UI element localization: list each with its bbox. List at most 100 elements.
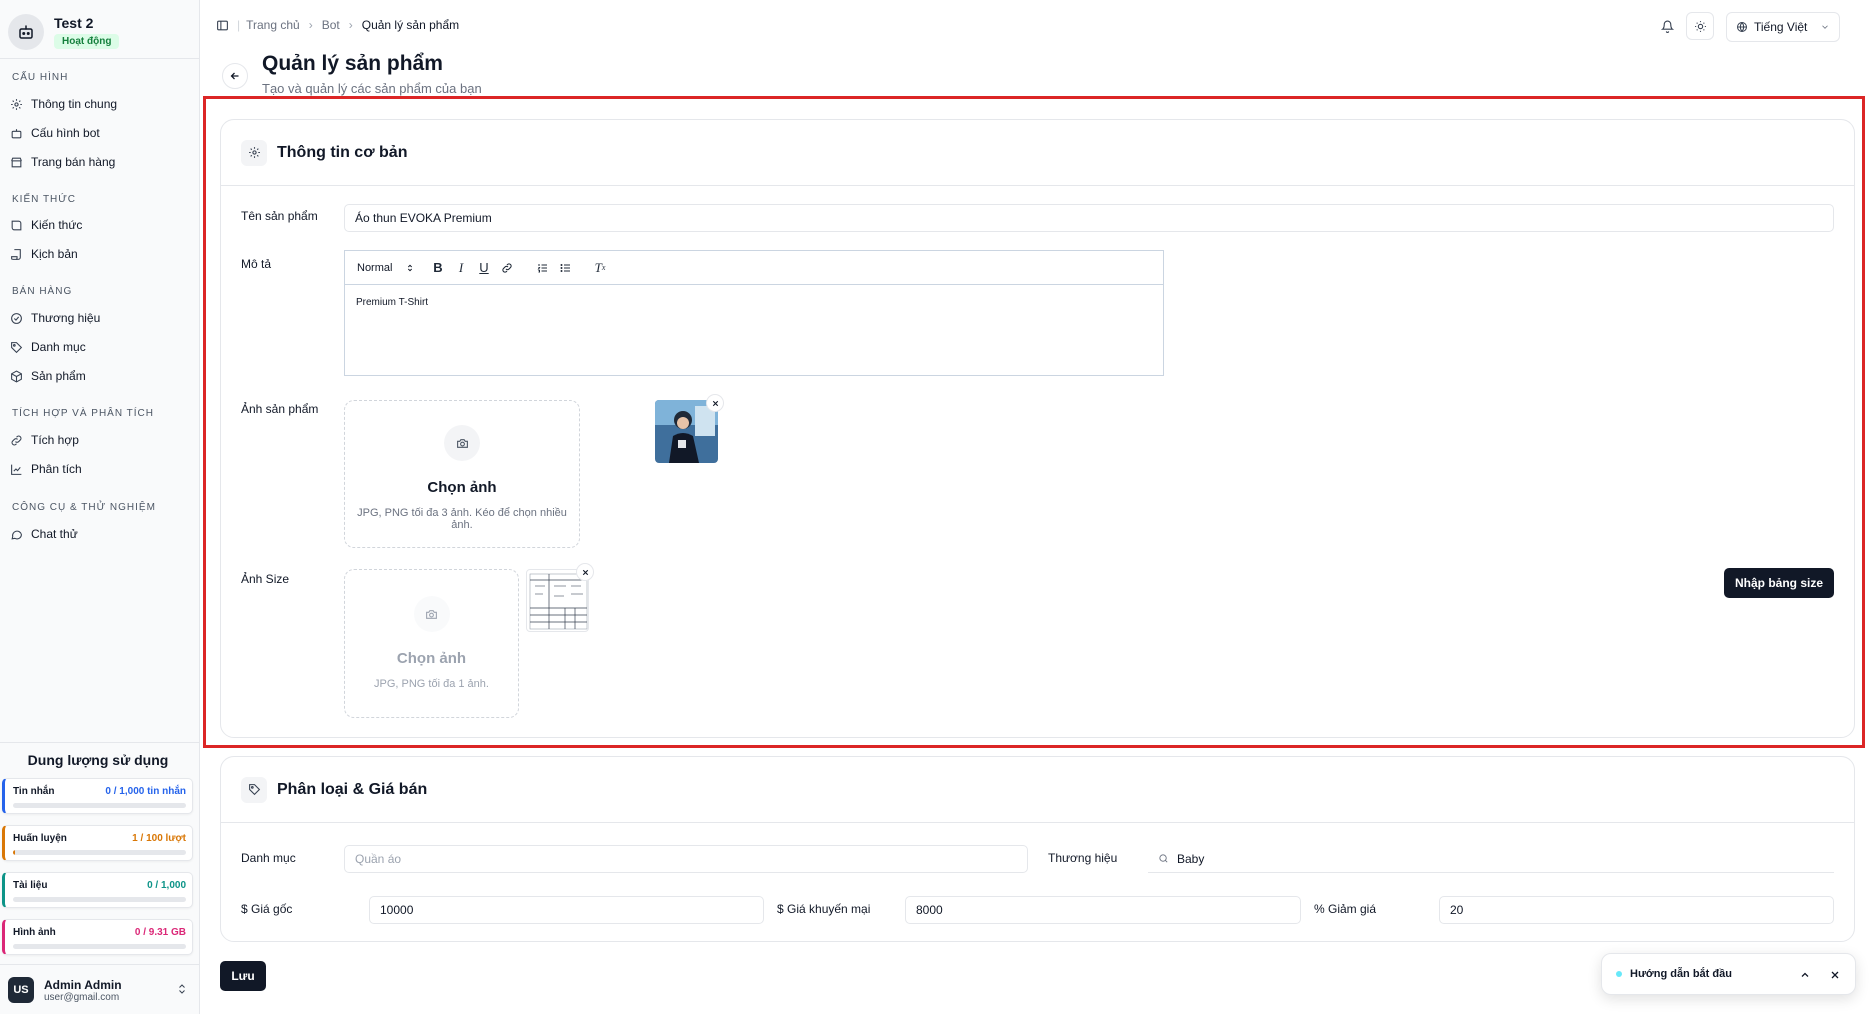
chart-icon [11,464,22,475]
box-icon [11,369,22,383]
size-image-dropzone[interactable]: Chọn ảnh JPG, PNG tối đa 1 ảnh. [344,569,519,718]
sun-icon [1694,20,1706,32]
back-button[interactable] [222,63,248,89]
basic-info-card: Thông tin cơ bản Tên sản phẩm Áo thun EV… [220,119,1855,738]
sidebar-item-label: Sản phẩm [31,369,86,383]
language-select[interactable]: Tiếng Việt [1726,12,1840,42]
bullet-list-icon[interactable] [554,257,576,279]
sidebar-item-label: Phân tích [31,462,82,476]
usage-progress-fill [13,850,15,855]
sidebar-item-label: Tích hợp [31,433,79,447]
promo-price-input[interactable]: 8000 [905,896,1301,924]
description-editor[interactable]: Normal B I U Tx Premium T-Shirt [344,250,1164,376]
separator: | [237,18,241,32]
discount-input[interactable]: 20 [1439,896,1834,924]
sidebar-item-trang-ban-hang[interactable]: Trang bán hàng [8,150,192,174]
breadcrumb-bot[interactable]: Bot [322,18,340,32]
breadcrumb-home[interactable]: Trang chủ [246,18,300,32]
chat-icon [11,530,22,540]
user-menu[interactable]: US Admin Admin user@gmail.com [8,972,192,1008]
promo-price-label: $ Giá khuyến mại [777,902,871,916]
globe-icon [1737,22,1747,32]
sidebar-item-thong-tin-chung[interactable]: Thông tin chung [8,92,192,116]
chevrons-up-down-icon [408,264,413,271]
usage-label: Tài liệu [13,880,48,891]
sidebar-group-title: BÁN HÀNG [12,286,73,297]
search-icon [1159,854,1168,863]
brand-search-input[interactable]: Baby [1148,845,1834,873]
breadcrumb-current: Quản lý sản phẩm [361,18,460,32]
product-name-input[interactable]: Áo thun EVOKA Premium [344,204,1834,232]
link-icon[interactable] [496,257,518,279]
format-select[interactable]: Normal [357,262,427,274]
camera-icon [444,425,480,461]
editor-content[interactable]: Premium T-Shirt [345,285,1163,320]
dropzone-title: Chọn ảnh [396,650,467,667]
bell-icon [1660,20,1674,33]
sidebar-item-thuong-hieu[interactable]: Thương hiệu [8,306,192,330]
sidebar-item-cau-hinh-bot[interactable]: Cấu hình bot [8,121,192,145]
discount-label: % Giảm giá [1314,902,1377,916]
status-badge: Hoạt động [54,34,120,49]
bot-header[interactable]: Test 2 Hoạt động [8,8,192,56]
usage-value: 0 / 1,000 [147,880,186,891]
product-images-label: Ảnh sản phẩm [241,402,319,416]
sidebar-group-title: CẤU HÌNH [12,72,69,83]
save-button[interactable]: Lưu [220,961,266,991]
tag-icon [241,776,267,803]
sidebar-item-phan-tich[interactable]: Phân tích [8,457,192,481]
original-price-input[interactable]: 10000 [369,896,764,924]
usage-progress-bar [13,944,186,949]
product-image-thumbnail[interactable] [655,400,718,463]
divider [0,742,200,743]
sidebar-item-kien-thuc[interactable]: Kiến thức [8,213,192,237]
usage-value: 0 / 1,000 tin nhắn [105,786,186,797]
category-select[interactable]: Quần áo [344,845,1028,873]
sidebar-item-label: Chat thử [31,527,78,541]
bold-icon[interactable]: B [427,257,449,279]
page-title: Quản lý sản phẩm [262,52,443,75]
chevron-right-icon: › [348,18,353,32]
product-name-label: Tên sản phẩm [241,209,318,223]
ordered-list-icon[interactable] [531,257,553,279]
close-icon [1831,971,1839,979]
sidebar-item-tich-hop[interactable]: Tích hợp [8,428,192,452]
pricing-card: Phân loại & Giá bán Danh mục Quần áo Thư… [220,756,1855,942]
theme-toggle-button[interactable] [1686,12,1714,40]
chevron-up-icon [1801,972,1809,977]
italic-icon[interactable]: I [450,257,472,279]
product-images-dropzone[interactable]: Chọn ảnh JPG, PNG tối đa 3 ảnh. Kéo để c… [344,400,580,548]
sidebar-item-danh-muc[interactable]: Danh mục [8,335,192,359]
close-icon [582,569,588,575]
topbar: | Trang chủ › Bot › Quản lý sản phẩm Tiế… [200,0,1870,52]
category-label: Danh mục [241,851,296,865]
sidebar-item-kich-ban[interactable]: Kịch bản [8,242,192,266]
underline-icon[interactable]: U [473,257,495,279]
remove-size-image-button[interactable] [577,564,593,580]
sidebar-item-san-pham[interactable]: Sản phẩm [8,364,192,388]
sidebar-group-title: KIẾN THỨC [12,194,77,205]
remove-image-button[interactable] [707,395,723,411]
sidebar-toggle-icon[interactable] [216,19,229,32]
notification-bell-button[interactable] [1653,12,1681,40]
usage-progress-bar [13,897,186,902]
breadcrumb: | Trang chủ › Bot › Quản lý sản phẩm [216,18,459,32]
expand-guide-button[interactable] [1795,965,1815,985]
close-guide-button[interactable] [1825,965,1845,985]
language-label: Tiếng Việt [1754,20,1808,34]
sidebar: Test 2 Hoạt động CẤU HÌNH Thông tin chun… [0,0,200,1014]
usage-card-documents: Tài liệu 0 / 1,000 [2,872,193,908]
getting-started-widget[interactable]: Hướng dẫn bắt đầu [1601,953,1856,995]
description-label: Mô tả [241,257,272,271]
card-header: Phân loại & Giá bán [221,757,1854,823]
tag-icon [11,341,23,353]
sidebar-item-chat-thu[interactable]: Chat thử [8,522,192,546]
user-email: user@gmail.com [44,991,120,1003]
chevrons-up-down-icon [179,984,185,994]
clear-format-icon[interactable]: Tx [589,257,611,279]
sidebar-item-label: Kiến thức [31,218,83,232]
chevron-right-icon: › [308,18,313,32]
import-size-table-button[interactable]: Nhập bảng size [1724,568,1834,598]
category-placeholder: Quần áo [355,852,402,866]
usage-progress-bar [13,803,186,808]
